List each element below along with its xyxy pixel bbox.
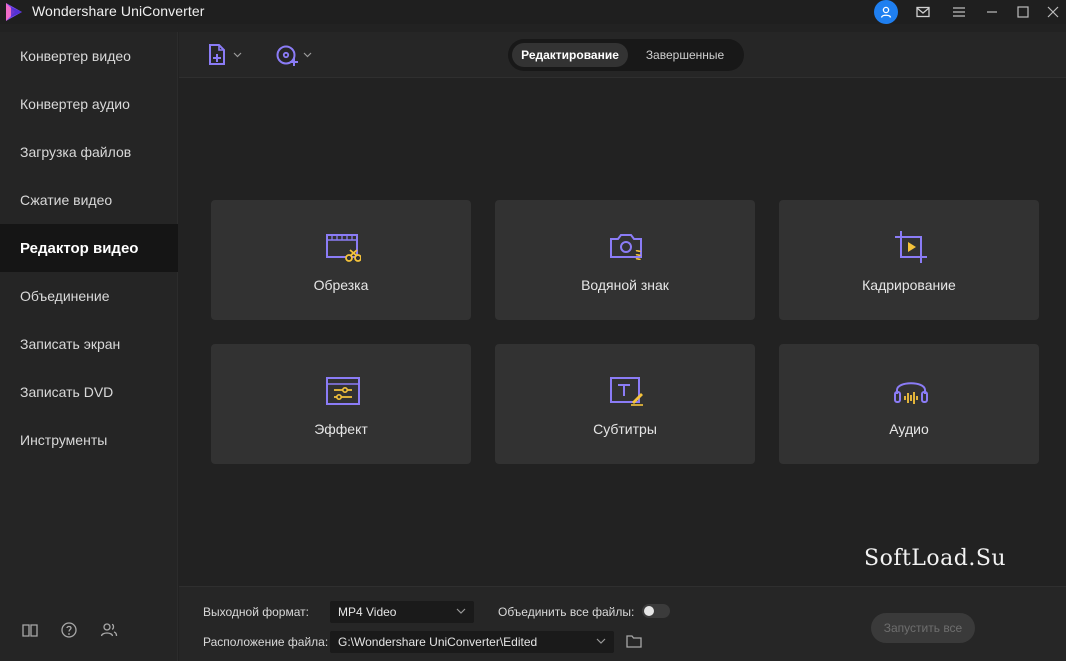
sidebar-item-video-editor[interactable]: Редактор видео xyxy=(0,224,178,272)
audio-icon xyxy=(894,382,928,404)
subtitle-label: Субтитры xyxy=(593,421,657,437)
trim-icon xyxy=(326,234,361,262)
audio-card[interactable]: Аудио xyxy=(779,344,1039,464)
watermark-text: SoftLoad.Su xyxy=(864,546,1007,571)
trim-label: Обрезка xyxy=(313,277,369,293)
add-disc-icon xyxy=(276,45,298,66)
toggle-knob xyxy=(644,606,654,616)
app-logo-icon xyxy=(6,3,22,21)
file-location-value: G:\Wondershare UniConverter\Edited xyxy=(338,635,538,649)
tab-finished[interactable]: Завершенные xyxy=(632,43,738,67)
sidebar-item-screen-recorder[interactable]: Записать экран xyxy=(0,320,178,368)
maximize-icon xyxy=(1017,6,1029,18)
chevron-down-icon xyxy=(303,52,312,58)
audio-label: Аудио xyxy=(889,421,929,437)
file-location-label: Расположение файла: xyxy=(203,635,329,649)
minimize-icon xyxy=(987,11,997,13)
watermark-card[interactable]: Водяной знак xyxy=(495,200,755,320)
output-format-value: MP4 Video xyxy=(338,605,397,619)
app-title: Wondershare UniConverter xyxy=(32,3,205,19)
book-icon[interactable] xyxy=(21,621,39,639)
mail-icon xyxy=(916,6,930,18)
add-disc-button[interactable] xyxy=(275,42,312,68)
file-location-select[interactable]: G:\Wondershare UniConverter\Edited xyxy=(330,631,614,653)
users-icon[interactable] xyxy=(100,621,118,639)
tab-editing[interactable]: Редактирование xyxy=(512,43,628,67)
effect-card[interactable]: Эффект xyxy=(211,344,471,464)
add-file-button[interactable] xyxy=(207,42,242,68)
crop-card[interactable]: Кадрирование xyxy=(779,200,1039,320)
app-window: Wondershare UniConverter Конвертер видео… xyxy=(0,0,1066,661)
output-format-label: Выходной формат: xyxy=(203,605,309,619)
watermark-icon xyxy=(610,234,642,261)
chevron-down-icon xyxy=(456,608,466,614)
maximize-button[interactable] xyxy=(1008,0,1038,24)
merge-files-label: Объединить все файлы: xyxy=(498,605,635,619)
sidebar-item-video-converter[interactable]: Конвертер видео xyxy=(0,32,178,80)
start-all-button[interactable]: Запустить все xyxy=(871,613,975,643)
effect-label: Эффект xyxy=(314,421,368,437)
title-bar: Wondershare UniConverter xyxy=(0,0,1066,24)
editor-tools-area: Обрезка Водяной знак Кадрирование Эффект… xyxy=(179,79,1066,585)
sidebar-item-downloader[interactable]: Загрузка файлов xyxy=(0,128,178,176)
close-icon xyxy=(1047,6,1059,18)
sidebar-item-toolbox[interactable]: Инструменты xyxy=(0,416,178,464)
watermark-label: Водяной знак xyxy=(581,277,669,293)
view-tabs: Редактирование Завершенные xyxy=(508,39,744,71)
bottom-bar: Выходной формат: MP4 Video Объединить вс… xyxy=(179,586,1066,661)
sidebar-item-audio-converter[interactable]: Конвертер аудио xyxy=(0,80,178,128)
sidebar-item-dvd-burner[interactable]: Записать DVD xyxy=(0,368,178,416)
subtitle-card[interactable]: Субтитры xyxy=(495,344,755,464)
sidebar-item-compressor[interactable]: Сжатие видео xyxy=(0,176,178,224)
mail-button[interactable] xyxy=(908,0,938,24)
hamburger-icon xyxy=(953,7,965,17)
user-icon xyxy=(880,6,892,18)
output-format-select[interactable]: MP4 Video xyxy=(330,601,474,623)
sidebar: Конвертер видео Конвертер аудио Загрузка… xyxy=(0,32,178,661)
chevron-down-icon xyxy=(596,638,606,644)
help-icon[interactable] xyxy=(60,621,78,639)
subtitle-icon xyxy=(610,377,643,406)
add-file-icon xyxy=(209,44,225,65)
crop-icon xyxy=(895,231,927,263)
effect-icon xyxy=(326,377,360,405)
minimize-button[interactable] xyxy=(977,0,1007,24)
chevron-down-icon xyxy=(233,52,242,58)
menu-button[interactable] xyxy=(944,0,974,24)
sidebar-item-merger[interactable]: Объединение xyxy=(0,272,178,320)
close-button[interactable] xyxy=(1038,0,1066,24)
merge-files-toggle[interactable] xyxy=(642,604,670,618)
crop-label: Кадрирование xyxy=(862,277,956,293)
folder-icon[interactable] xyxy=(626,634,642,648)
trim-card[interactable]: Обрезка xyxy=(211,200,471,320)
account-button[interactable] xyxy=(874,0,898,24)
